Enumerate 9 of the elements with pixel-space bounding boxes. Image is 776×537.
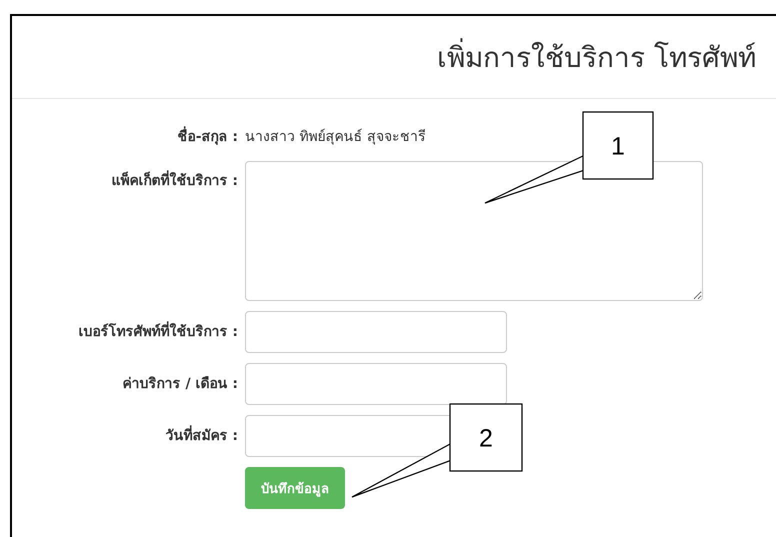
callout-number: 1 [611, 132, 625, 160]
callout-box [582, 111, 654, 180]
field-value: นางสาว ทิพย์สุคนธ์ สุจจะชารี [245, 128, 426, 147]
page-title: เพิ่มการใช้บริการ โทรศัพท์ [437, 35, 756, 79]
callout-number: 2 [479, 424, 493, 452]
input-field[interactable] [245, 311, 507, 353]
input-field[interactable] [245, 363, 507, 405]
field-label: ค่าบริการ / เดือน : [122, 376, 238, 392]
save-button[interactable]: บันทึกข้อมูล [245, 467, 345, 509]
